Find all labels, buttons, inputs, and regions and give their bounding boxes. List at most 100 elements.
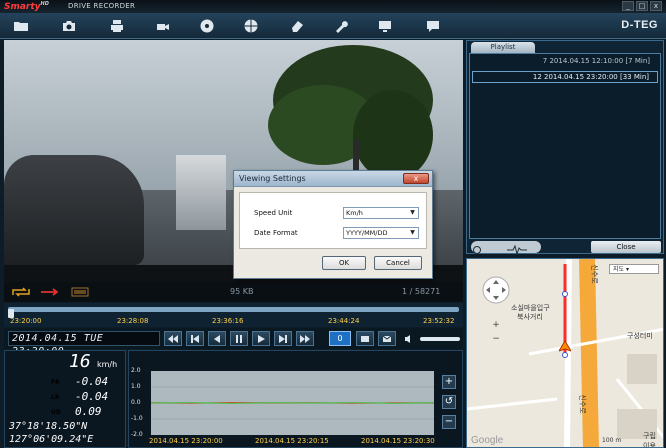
chat-icon <box>427 21 439 32</box>
display-button[interactable] <box>370 16 400 36</box>
backup-button[interactable] <box>192 16 222 36</box>
format-button[interactable] <box>282 16 312 36</box>
playlist-list: 7 2014.04.15 12:10:00 [7 Min] 12 2014.04… <box>469 53 661 239</box>
y-tick-label: -2.0 <box>131 431 143 438</box>
previous-file-button[interactable] <box>186 331 204 346</box>
map-label: 구립 <box>643 432 656 440</box>
x-tick-label: 2014.04.15 23:20:00 <box>149 437 223 445</box>
fast-forward-button[interactable] <box>296 331 314 346</box>
window-controls: _ □ x <box>622 1 662 11</box>
map-label: 북사거리 <box>517 313 543 321</box>
settings-button[interactable] <box>326 16 356 36</box>
app-window: SmartyHD DRIVE RECORDER _ □ x D-TEG 95 K… <box>0 0 666 448</box>
pan-control-icon[interactable] <box>481 275 511 305</box>
gsensor-fr-value: -0.04 <box>75 375 109 388</box>
timeline-tick: 23:44:24 <box>328 317 360 325</box>
help-button[interactable] <box>418 16 448 36</box>
zoom-in-button[interactable]: + <box>442 375 456 389</box>
file-size: 95 KB <box>230 287 254 296</box>
playlist-panel: Playlist 7 2014.04.15 12:10:00 [7 Min] 1… <box>466 40 664 256</box>
plot-area <box>150 371 435 435</box>
mute-button[interactable] <box>400 331 418 346</box>
play-button[interactable] <box>252 331 270 346</box>
series-line-1 <box>150 402 435 404</box>
cancel-button[interactable]: Cancel <box>374 256 422 270</box>
capture-icon <box>157 24 169 30</box>
timeline-track[interactable] <box>8 307 459 318</box>
playback-controls: 2014.04.15 TUE 23:20:00 0 <box>4 328 463 357</box>
map-scale: 100 m <box>602 437 622 444</box>
y-tick-label: -1.0 <box>131 415 143 422</box>
map-label: 신수로 <box>578 394 587 414</box>
vehicle-stats-panel: 16 km/h FR -0.04 LR -0.04 UD 0.09 37°18'… <box>4 350 126 448</box>
car-position-icon <box>559 341 571 352</box>
list-item[interactable]: 7 2014.04.15 12:10:00 [7 Min] <box>472 56 658 68</box>
longitude: 127°06'09.24"E <box>9 434 94 445</box>
date-format-select[interactable]: YYYY/MM/DD ▼ <box>343 227 419 239</box>
gsensor-lr-value: -0.04 <box>75 390 109 403</box>
print-button[interactable] <box>102 16 132 36</box>
step-back-button[interactable] <box>208 331 226 346</box>
timeline-tick: 23:20:00 <box>10 317 42 325</box>
minimize-button[interactable]: _ <box>622 1 634 11</box>
map-label: 신수로 <box>590 264 599 284</box>
timeline: 23:20:00 23:28:08 23:36:16 23:44:24 23:5… <box>4 303 463 327</box>
rewind-icon <box>168 334 178 343</box>
map-type-select[interactable]: 지도 ▾ <box>609 264 659 274</box>
video-truck <box>176 155 226 230</box>
pause-button[interactable] <box>230 331 248 346</box>
printer-icon <box>111 20 123 32</box>
close-window-button[interactable]: x <box>650 1 662 11</box>
capture-button[interactable] <box>148 16 178 36</box>
envelope-icon <box>382 335 392 342</box>
next-file-button[interactable] <box>274 331 292 346</box>
zoom-out-button[interactable]: − <box>442 415 456 429</box>
dialog-close-button[interactable]: x <box>403 173 429 184</box>
speed-unit-label: Speed Unit <box>254 209 293 217</box>
snapshot-button[interactable] <box>54 16 84 36</box>
playback-speed[interactable]: 0 <box>329 331 351 346</box>
dropdown-arrow-icon: ▼ <box>410 229 415 236</box>
timeline-tick: 23:28:08 <box>117 317 149 325</box>
rewind-button[interactable] <box>164 331 182 346</box>
playlist-close-button[interactable]: Close <box>591 241 661 253</box>
speed-value: 16 <box>69 351 91 372</box>
volume-slider[interactable] <box>420 337 460 341</box>
google-logo: Google <box>471 435 504 446</box>
tab-playlist[interactable]: Playlist <box>471 42 535 53</box>
playlist-footer: Close <box>469 241 661 256</box>
list-item[interactable]: 12 2014.04.15 23:20:00 [33 Min] <box>472 71 658 83</box>
maximize-button[interactable]: □ <box>636 1 648 11</box>
speed-unit-select[interactable]: Km/h ▼ <box>343 207 419 219</box>
y-tick-label: 1.0 <box>131 383 141 390</box>
y-tick-label: 0.0 <box>131 399 141 406</box>
fullscreen-button[interactable] <box>356 331 374 346</box>
wrench-icon <box>336 21 348 33</box>
reset-zoom-button[interactable]: ↺ <box>442 395 456 409</box>
email-button[interactable] <box>378 331 396 346</box>
direction-arrow-icon <box>41 288 59 296</box>
plot-svg <box>150 386 435 420</box>
play-icon <box>258 334 265 343</box>
map-label: 이용 <box>643 442 656 448</box>
skip-forward-icon <box>279 334 287 343</box>
x-tick-label: 2014.04.15 23:20:30 <box>361 437 435 445</box>
frame-counter: 1 / 58271 <box>402 287 441 296</box>
open-folder-button[interactable] <box>6 16 36 36</box>
dteg-logo: D-TEG <box>621 19 658 31</box>
map-label: 구성터미 <box>627 332 653 340</box>
waveform-toggle[interactable] <box>471 241 541 256</box>
ok-button[interactable]: OK <box>322 256 366 270</box>
app-title: DRIVE RECORDER <box>68 2 136 10</box>
map-button[interactable] <box>236 16 266 36</box>
zoom-out-icon[interactable]: − <box>491 335 501 345</box>
y-tick-label: 2.0 <box>131 367 141 374</box>
map-panel[interactable]: + − 지도 ▾ 소실마을입구 북사거리 구성터미 신수로 신수로 100 m … <box>466 258 664 448</box>
step-back-icon <box>214 334 220 343</box>
camera-icon <box>63 21 75 31</box>
video-status-bar: 95 KB 1 / 58271 <box>4 282 463 302</box>
loop-icon[interactable] <box>10 286 32 298</box>
title-bar: SmartyHD DRIVE RECORDER _ □ x <box>0 0 666 13</box>
eraser-icon <box>292 21 303 32</box>
zoom-in-icon[interactable]: + <box>491 321 501 331</box>
